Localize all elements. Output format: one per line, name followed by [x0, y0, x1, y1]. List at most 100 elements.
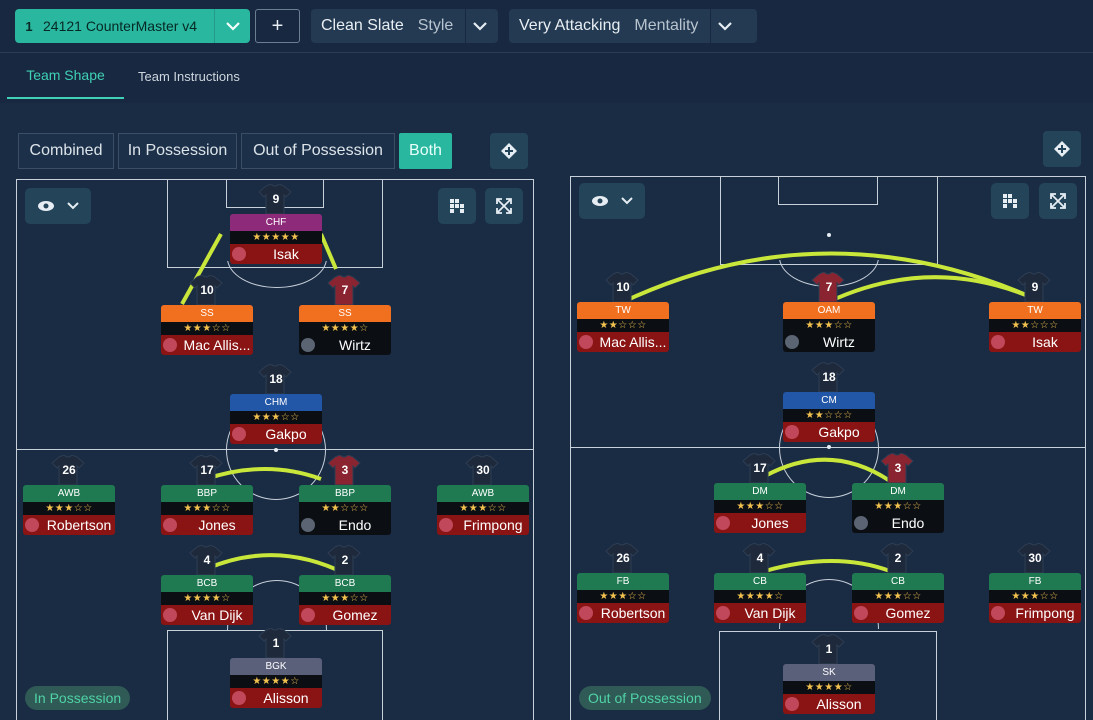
person-icon	[25, 518, 39, 532]
person-icon	[301, 518, 315, 532]
player-card[interactable]: 18 CM ★★☆☆☆ Gakpo	[783, 362, 875, 442]
player-name-bar: Alisson	[230, 688, 322, 708]
player-name-bar: Robertson	[23, 515, 115, 535]
person-icon	[163, 518, 177, 532]
player-role: AWB	[23, 485, 115, 502]
player-role: TW	[989, 302, 1081, 319]
person-icon	[716, 606, 730, 620]
player-role: SS	[161, 305, 253, 322]
player-name-bar: Frimpong	[437, 515, 529, 535]
chevron-down-icon[interactable]	[710, 9, 738, 43]
shirt-number: 2	[341, 553, 349, 567]
shirt-number: 7	[341, 283, 349, 297]
player-card[interactable]: 3 BBP ★★☆☆☆ Endo	[299, 455, 391, 535]
player-card[interactable]: 1 SK ★★★★☆ Alisson	[783, 634, 875, 714]
player-name: Robertson	[600, 605, 666, 621]
player-name-bar: Gomez	[299, 605, 391, 625]
tactic-toolbar: 1 24121 CounterMaster v4 + Clean Slate S…	[0, 0, 1093, 52]
person-icon	[579, 606, 593, 620]
person-icon	[232, 247, 246, 261]
player-name-bar: Jones	[714, 513, 806, 533]
player-role: CHF	[230, 214, 322, 231]
mentality-selector[interactable]: Very Attacking Mentality	[509, 9, 757, 43]
player-card[interactable]: 1 BGK ★★★★☆ Alisson	[230, 628, 322, 708]
player-card[interactable]: 4 BCB ★★★★☆ Van Dijk	[161, 545, 253, 625]
person-icon	[163, 608, 177, 622]
player-name: Isak	[1032, 334, 1058, 350]
shirt-number: 17	[200, 463, 214, 477]
player-card[interactable]: 9 CHF ★★★★★ Isak	[230, 184, 322, 264]
style-selector[interactable]: Clean Slate Style	[311, 9, 498, 43]
role-rating-stars: ★★★☆☆	[783, 319, 875, 332]
player-role: SS	[299, 305, 391, 322]
player-role: BBP	[161, 485, 253, 502]
grid-icon[interactable]	[438, 188, 476, 224]
player-card[interactable]: 3 DM ★★★☆☆ Endo	[852, 453, 944, 533]
player-card[interactable]: 17 DM ★★★☆☆ Jones	[714, 453, 806, 533]
grid-icon-right[interactable]	[991, 183, 1029, 219]
expand-icon-right[interactable]	[1039, 183, 1077, 219]
tab-team-instructions[interactable]: Team Instructions	[138, 53, 268, 99]
player-card[interactable]: 26 FB ★★★☆☆ Robertson	[577, 543, 669, 623]
player-card[interactable]: 30 AWB ★★★☆☆ Frimpong	[437, 455, 529, 535]
player-card[interactable]: 30 FB ★★★☆☆ Frimpong	[989, 543, 1081, 623]
player-card[interactable]: 18 CHM ★★★☆☆ Gakpo	[230, 364, 322, 444]
shirt-number: 9	[1031, 280, 1039, 294]
tab-team-shape[interactable]: Team Shape	[7, 53, 124, 99]
eye-icon	[592, 196, 608, 206]
player-name-bar: Robertson	[577, 603, 669, 623]
player-name-bar: Van Dijk	[161, 605, 253, 625]
tactics-tabs: Team Shape Team Instructions	[0, 52, 1093, 100]
chevron-down-icon	[67, 202, 79, 210]
player-role: FB	[989, 573, 1081, 590]
shirt-number: 30	[476, 463, 490, 477]
player-name: Mac Allis...	[599, 334, 667, 350]
view-options-button[interactable]	[25, 188, 91, 224]
player-name: Alisson	[816, 696, 862, 712]
player-name-bar: Endo	[852, 513, 944, 533]
swap-icon-right[interactable]	[1043, 131, 1081, 167]
mentality-label: Mentality	[634, 17, 699, 34]
player-role: OAM	[783, 302, 875, 319]
role-rating-stars: ★★★☆☆	[714, 500, 806, 513]
filter-both[interactable]: Both	[399, 133, 452, 169]
person-icon	[785, 697, 799, 711]
player-card[interactable]: 9 TW ★★☆☆☆ Isak	[989, 272, 1081, 352]
player-card[interactable]: 7 SS ★★★★☆ Wirtz	[299, 275, 391, 355]
person-icon	[301, 608, 315, 622]
shirt-number: 18	[822, 370, 836, 384]
person-icon	[785, 335, 799, 349]
player-name-bar: Gomez	[852, 603, 944, 623]
player-card[interactable]: 7 OAM ★★★☆☆ Wirtz	[783, 272, 875, 352]
player-role: FB	[577, 573, 669, 590]
player-card[interactable]: 17 BBP ★★★☆☆ Jones	[161, 455, 253, 535]
player-card[interactable]: 10 SS ★★★☆☆ Mac Allis...	[161, 275, 253, 355]
shirt-number: 1	[272, 636, 280, 650]
player-card[interactable]: 2 CB ★★★☆☆ Gomez	[852, 543, 944, 623]
tactic-selector[interactable]: 1 24121 CounterMaster v4	[15, 9, 250, 43]
shirt-number: 4	[203, 553, 211, 567]
player-card[interactable]: 4 CB ★★★★☆ Van Dijk	[714, 543, 806, 623]
player-name: Wirtz	[339, 337, 371, 353]
player-name: Frimpong	[1015, 605, 1075, 621]
person-icon	[301, 338, 315, 352]
chevron-down-icon[interactable]	[214, 9, 250, 43]
eye-icon	[38, 201, 54, 211]
swap-icon[interactable]	[490, 133, 528, 169]
player-card[interactable]: 26 AWB ★★★☆☆ Robertson	[23, 455, 115, 535]
player-name: Endo	[891, 515, 925, 531]
view-options-button-right[interactable]	[579, 183, 645, 219]
player-card[interactable]: 10 TW ★★☆☆☆ Mac Allis...	[577, 272, 669, 352]
filter-in-possession[interactable]: In Possession	[118, 133, 237, 169]
expand-icon[interactable]	[485, 188, 523, 224]
role-rating-stars: ★★★★☆	[161, 592, 253, 605]
player-name-bar: Jones	[161, 515, 253, 535]
add-tactic-button[interactable]: +	[255, 9, 300, 43]
player-name-bar: Isak	[989, 332, 1081, 352]
player-name-bar: Van Dijk	[714, 603, 806, 623]
player-card[interactable]: 2 BCB ★★★☆☆ Gomez	[299, 545, 391, 625]
chevron-down-icon[interactable]	[465, 9, 493, 43]
filter-combined[interactable]: Combined	[18, 133, 114, 169]
role-rating-stars: ★★☆☆☆	[299, 502, 391, 515]
filter-out-of-possession[interactable]: Out of Possession	[241, 133, 395, 169]
